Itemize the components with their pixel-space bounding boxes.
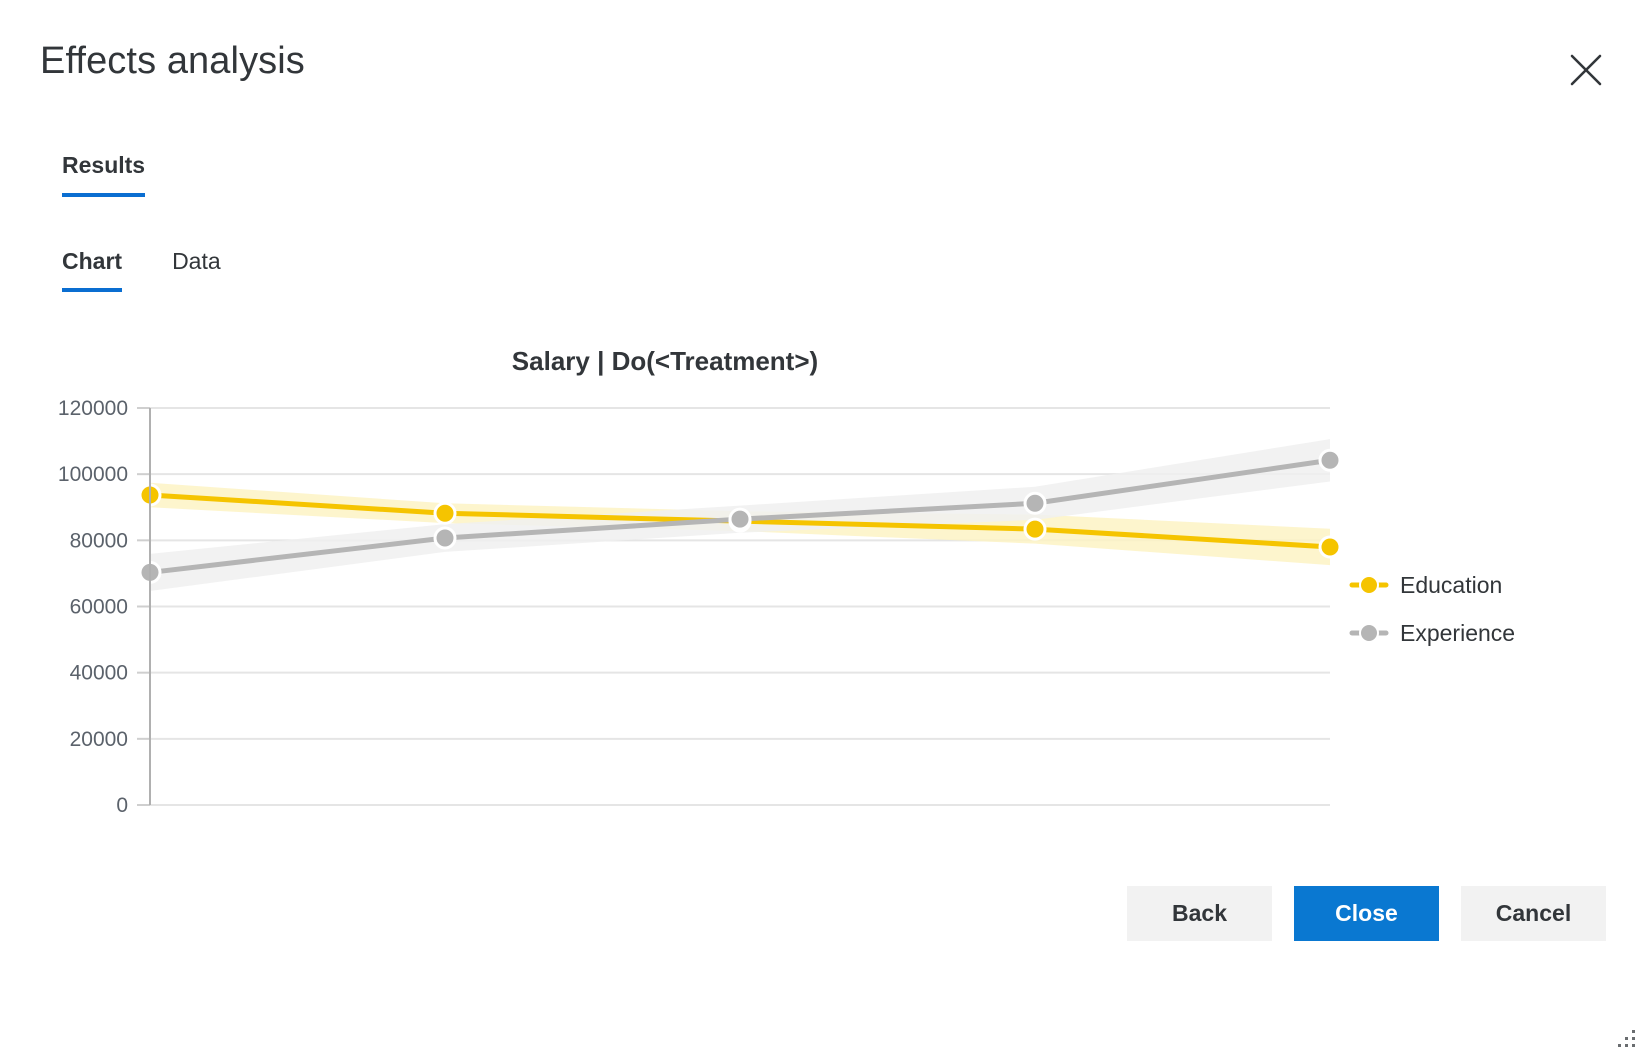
close-icon (1569, 53, 1603, 87)
tab-chart-underline (62, 288, 122, 292)
back-button[interactable]: Back (1127, 886, 1272, 941)
data-point[interactable] (1320, 537, 1340, 557)
inner-tab-bar: Chart Data (62, 248, 221, 303)
tab-data-label: Data (172, 248, 221, 274)
effects-line-chart: 0 20000 40000 60000 80000 100000 120000 Educat… (0, 330, 1560, 830)
y-tick-label: 60000 (70, 596, 128, 619)
section-tab-results[interactable]: Results (62, 152, 145, 209)
dialog-footer: Back Close Cancel (1127, 886, 1606, 941)
data-point[interactable] (730, 509, 750, 529)
section-tab-results-label: Results (62, 152, 145, 178)
data-point[interactable] (1025, 493, 1045, 513)
chart-y-axis-ticks: 0 20000 40000 60000 80000 100000 120000 (58, 397, 150, 817)
section-tab-bar: Results (62, 152, 145, 209)
legend-label[interactable]: Experience (1400, 620, 1515, 646)
cancel-button[interactable]: Cancel (1461, 886, 1606, 941)
y-tick-label: 0 (116, 794, 128, 817)
chart-legend[interactable]: Education Experience (1352, 572, 1515, 646)
y-tick-label: 40000 (70, 662, 128, 685)
legend-swatch-marker (1360, 576, 1378, 594)
data-point[interactable] (435, 503, 455, 523)
legend-swatch-marker (1360, 624, 1378, 642)
chart-gridlines (150, 408, 1330, 805)
chart-container: Salary | Do(<Treatment>) 020000400006000… (0, 330, 1560, 830)
data-point[interactable] (1320, 450, 1340, 470)
tab-chart-label: Chart (62, 248, 122, 274)
resize-grip[interactable] (1618, 1030, 1638, 1050)
close-button-footer[interactable]: Close (1294, 886, 1439, 941)
tab-data[interactable]: Data (172, 248, 221, 303)
legend-label[interactable]: Education (1400, 572, 1502, 598)
close-button[interactable] (1562, 46, 1610, 94)
page-title: Effects analysis (40, 40, 305, 83)
dialog-header: Effects analysis (0, 0, 1648, 120)
y-tick-label: 20000 (70, 728, 128, 751)
y-tick-label: 100000 (58, 463, 128, 486)
y-tick-label: 80000 (70, 529, 128, 552)
data-point[interactable] (1025, 519, 1045, 539)
tab-data-underline (172, 288, 221, 292)
tab-chart[interactable]: Chart (62, 248, 122, 303)
y-tick-label: 120000 (58, 397, 128, 420)
data-point[interactable] (435, 528, 455, 548)
section-tab-results-underline (62, 193, 145, 197)
